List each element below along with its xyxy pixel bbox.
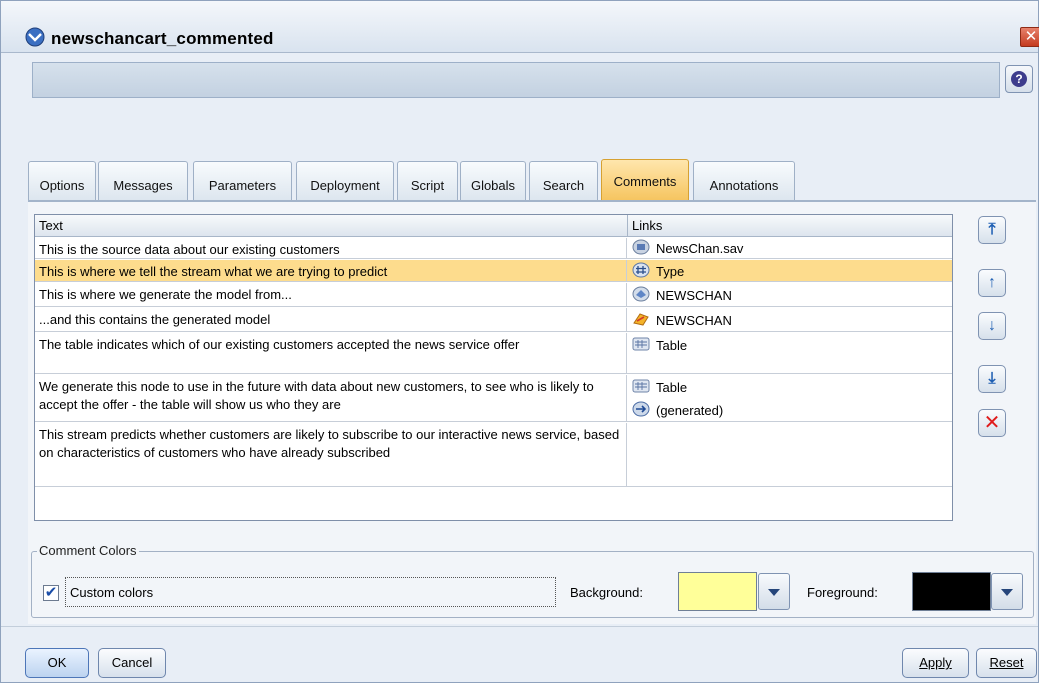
custom-colors-checkbox[interactable]: ✔ bbox=[43, 585, 59, 601]
tab-parameters[interactable]: Parameters bbox=[193, 161, 292, 200]
link-item[interactable]: (generated) bbox=[630, 400, 723, 418]
comment-links: NEWSCHAN bbox=[628, 308, 952, 331]
table-row[interactable]: This is the source data about our existi… bbox=[35, 238, 952, 259]
foreground-label: Foreground: bbox=[807, 585, 878, 600]
comment-text: This stream predicts whether customers a… bbox=[35, 423, 627, 486]
column-header-text[interactable]: Text bbox=[35, 215, 628, 237]
link-label: (generated) bbox=[656, 403, 724, 418]
ok-button[interactable]: OK bbox=[25, 648, 89, 678]
background-label: Background: bbox=[570, 585, 643, 600]
apply-button[interactable]: Apply bbox=[902, 648, 969, 678]
link-label: Table bbox=[656, 338, 688, 353]
comment-links: Table (generated) bbox=[628, 375, 952, 421]
link-item[interactable]: NewsChan.sav bbox=[630, 238, 743, 256]
background-color-dropdown[interactable] bbox=[758, 573, 790, 610]
comment-text: ...and this contains the generated model bbox=[35, 308, 627, 331]
type-node-icon bbox=[632, 262, 650, 278]
window-title: newschancart_commented bbox=[51, 29, 274, 48]
comment-text: The table indicates which of our existin… bbox=[35, 333, 627, 373]
comment-text: We generate this node to use in the futu… bbox=[35, 375, 627, 421]
link-item[interactable]: Table bbox=[630, 377, 687, 395]
tab-annotations[interactable]: Annotations bbox=[693, 161, 795, 200]
spss-file-icon bbox=[632, 239, 650, 255]
reset-button[interactable]: Reset bbox=[976, 648, 1037, 678]
chevron-down-icon bbox=[1001, 589, 1013, 596]
comment-links: NewsChan.sav bbox=[628, 238, 952, 258]
link-label: Table bbox=[656, 380, 688, 395]
table-row[interactable]: The table indicates which of our existin… bbox=[35, 333, 952, 374]
generated-node-icon bbox=[632, 401, 650, 417]
model-nugget-icon bbox=[633, 313, 649, 326]
table-row-selected[interactable]: This is where we tell the stream what we… bbox=[35, 260, 952, 282]
tab-comments[interactable]: Comments bbox=[601, 159, 689, 200]
table-node-icon bbox=[632, 379, 650, 393]
comment-colors-title: Comment Colors bbox=[37, 543, 139, 558]
link-item[interactable]: Table bbox=[630, 335, 687, 353]
move-down-button[interactable]: ↓ bbox=[978, 312, 1006, 340]
comment-links: NEWSCHAN bbox=[628, 283, 952, 306]
help-icon: ? bbox=[1011, 71, 1027, 87]
comment-links: Table bbox=[628, 333, 952, 373]
tab-deployment[interactable]: Deployment bbox=[296, 161, 394, 200]
tab-options[interactable]: Options bbox=[28, 161, 96, 200]
divider bbox=[1, 626, 1038, 627]
link-label: Type bbox=[656, 264, 685, 279]
foreground-color-swatch[interactable] bbox=[912, 572, 991, 611]
table-row[interactable]: ...and this contains the generated model… bbox=[35, 308, 952, 332]
cancel-button[interactable]: Cancel bbox=[98, 648, 166, 678]
table-node-icon bbox=[632, 337, 650, 351]
comment-links bbox=[628, 423, 952, 486]
delete-comment-button[interactable]: ✕ bbox=[978, 409, 1006, 437]
comment-links: Type bbox=[628, 260, 952, 281]
description-bar bbox=[32, 62, 1000, 98]
column-header-links[interactable]: Links bbox=[628, 215, 952, 237]
move-up-button[interactable]: ↑ bbox=[978, 269, 1006, 297]
stream-properties-dialog: newschancart_commented ✕ ? Options Messa… bbox=[0, 0, 1039, 683]
stream-icon bbox=[25, 27, 45, 47]
tab-script[interactable]: Script bbox=[397, 161, 458, 200]
custom-colors-label[interactable]: Custom colors bbox=[65, 577, 556, 607]
close-button[interactable]: ✕ bbox=[1020, 27, 1039, 47]
table-row[interactable]: This stream predicts whether customers a… bbox=[35, 423, 952, 487]
move-to-top-button[interactable]: ⤒ bbox=[978, 216, 1006, 244]
comment-text: This is where we tell the stream what we… bbox=[35, 260, 627, 281]
link-label: NEWSCHAN bbox=[656, 288, 732, 303]
link-item[interactable]: NEWSCHAN bbox=[630, 285, 732, 303]
link-item[interactable]: Type bbox=[630, 261, 684, 279]
link-label: NEWSCHAN bbox=[656, 313, 732, 328]
tab-messages[interactable]: Messages bbox=[98, 161, 188, 200]
help-button[interactable]: ? bbox=[1005, 65, 1033, 93]
tab-search[interactable]: Search bbox=[529, 161, 598, 200]
move-to-bottom-button[interactable]: ⤓ bbox=[978, 365, 1006, 393]
table-row[interactable]: We generate this node to use in the futu… bbox=[35, 375, 952, 422]
comment-text: This is where we generate the model from… bbox=[35, 283, 627, 306]
comments-table[interactable]: Text Links This is the source data about… bbox=[34, 214, 953, 521]
table-row[interactable]: This is where we generate the model from… bbox=[35, 283, 952, 307]
foreground-color-dropdown[interactable] bbox=[991, 573, 1023, 610]
tab-globals[interactable]: Globals bbox=[460, 161, 526, 200]
link-item[interactable]: NEWSCHAN bbox=[630, 310, 732, 328]
model-builder-icon bbox=[632, 286, 650, 302]
comment-text: This is the source data about our existi… bbox=[35, 238, 627, 258]
link-label: NewsChan.sav bbox=[656, 241, 744, 256]
chevron-down-icon bbox=[768, 589, 780, 596]
title-bar[interactable]: newschancart_commented ✕ bbox=[1, 1, 1039, 53]
background-color-swatch[interactable] bbox=[678, 572, 757, 611]
